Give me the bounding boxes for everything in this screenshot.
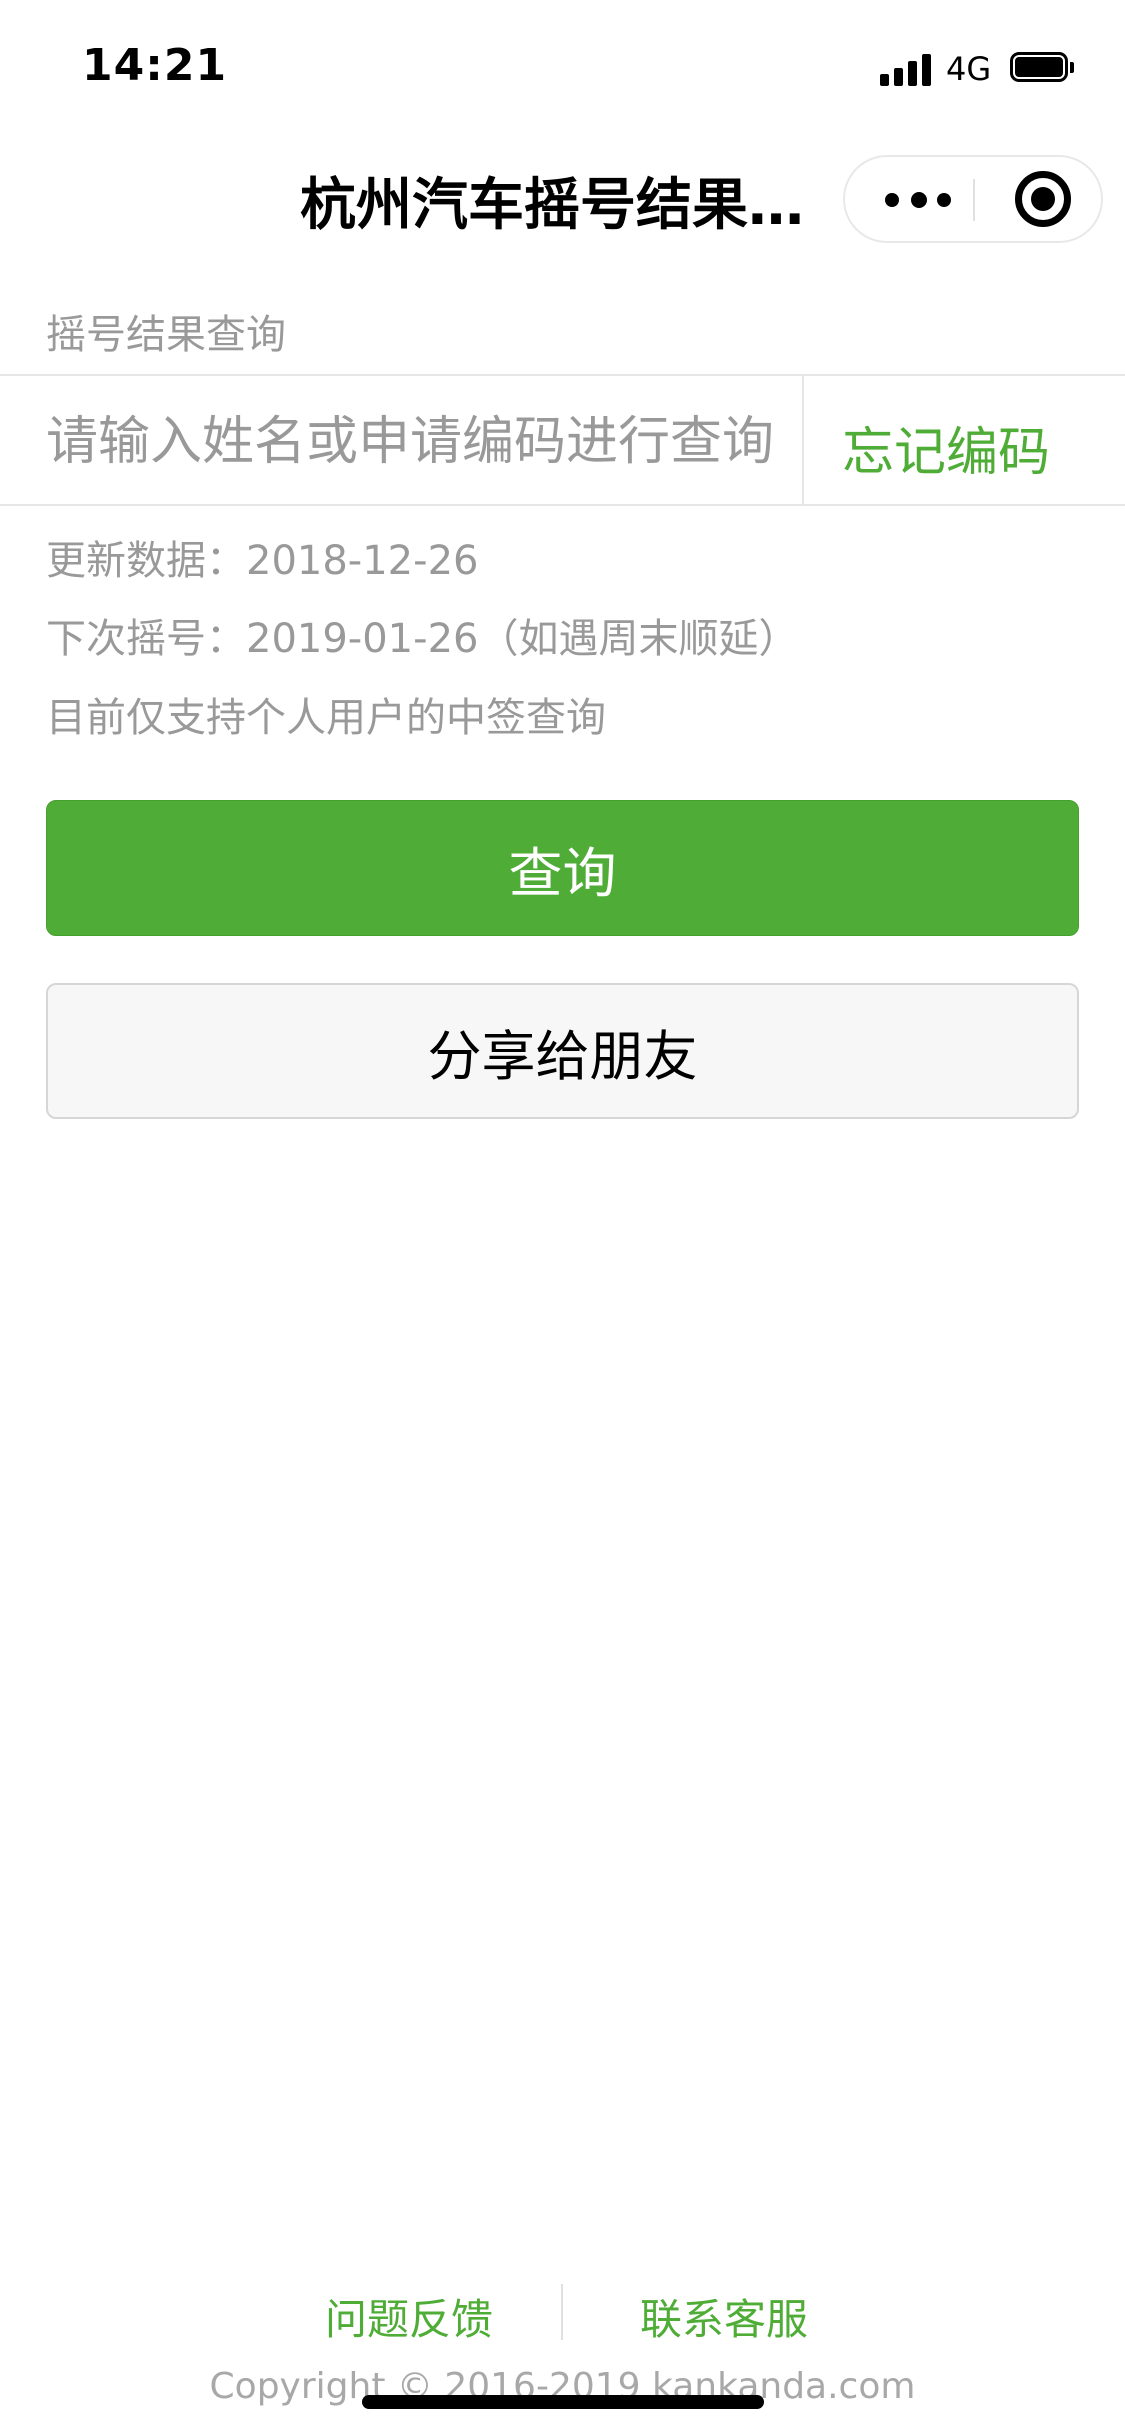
footer-divider [561, 2284, 563, 2340]
signal-icon [880, 52, 934, 86]
search-divider [802, 376, 804, 504]
close-icon[interactable] [1015, 171, 1071, 227]
capsule-divider [973, 179, 975, 221]
contact-support-link[interactable]: 联系客服 [640, 2286, 808, 2347]
update-label: 更新数据： [46, 538, 246, 584]
update-info: 更新数据：2018-12-26 [46, 528, 478, 586]
more-icon[interactable] [885, 157, 985, 241]
next-draw-date: 2019-01-26（如遇周末顺延） [246, 616, 799, 662]
page-title: 杭州汽车摇号结果查询 [300, 173, 830, 238]
forgot-code-link[interactable]: 忘记编码 [842, 410, 1050, 485]
search-row: 忘记编码 [0, 374, 1125, 506]
home-indicator[interactable] [362, 2395, 764, 2409]
network-type: 4G [946, 50, 992, 88]
share-button[interactable]: 分享给朋友 [46, 983, 1079, 1119]
query-button[interactable]: 查询 [46, 800, 1079, 936]
section-label: 摇号结果查询 [46, 312, 286, 358]
battery-icon [1010, 52, 1074, 84]
search-input[interactable] [46, 404, 786, 480]
next-draw-info: 下次摇号：2019-01-26（如遇周末顺延） [46, 606, 798, 664]
next-draw-label: 下次摇号： [46, 616, 246, 662]
update-date: 2018-12-26 [246, 538, 479, 584]
status-time: 14:21 [82, 40, 228, 91]
feedback-link[interactable]: 问题反馈 [325, 2286, 493, 2347]
support-note: 目前仅支持个人用户的中签查询 [46, 695, 606, 741]
mini-program-capsule [843, 155, 1103, 243]
status-bar: 14:21 4G [0, 0, 1125, 132]
